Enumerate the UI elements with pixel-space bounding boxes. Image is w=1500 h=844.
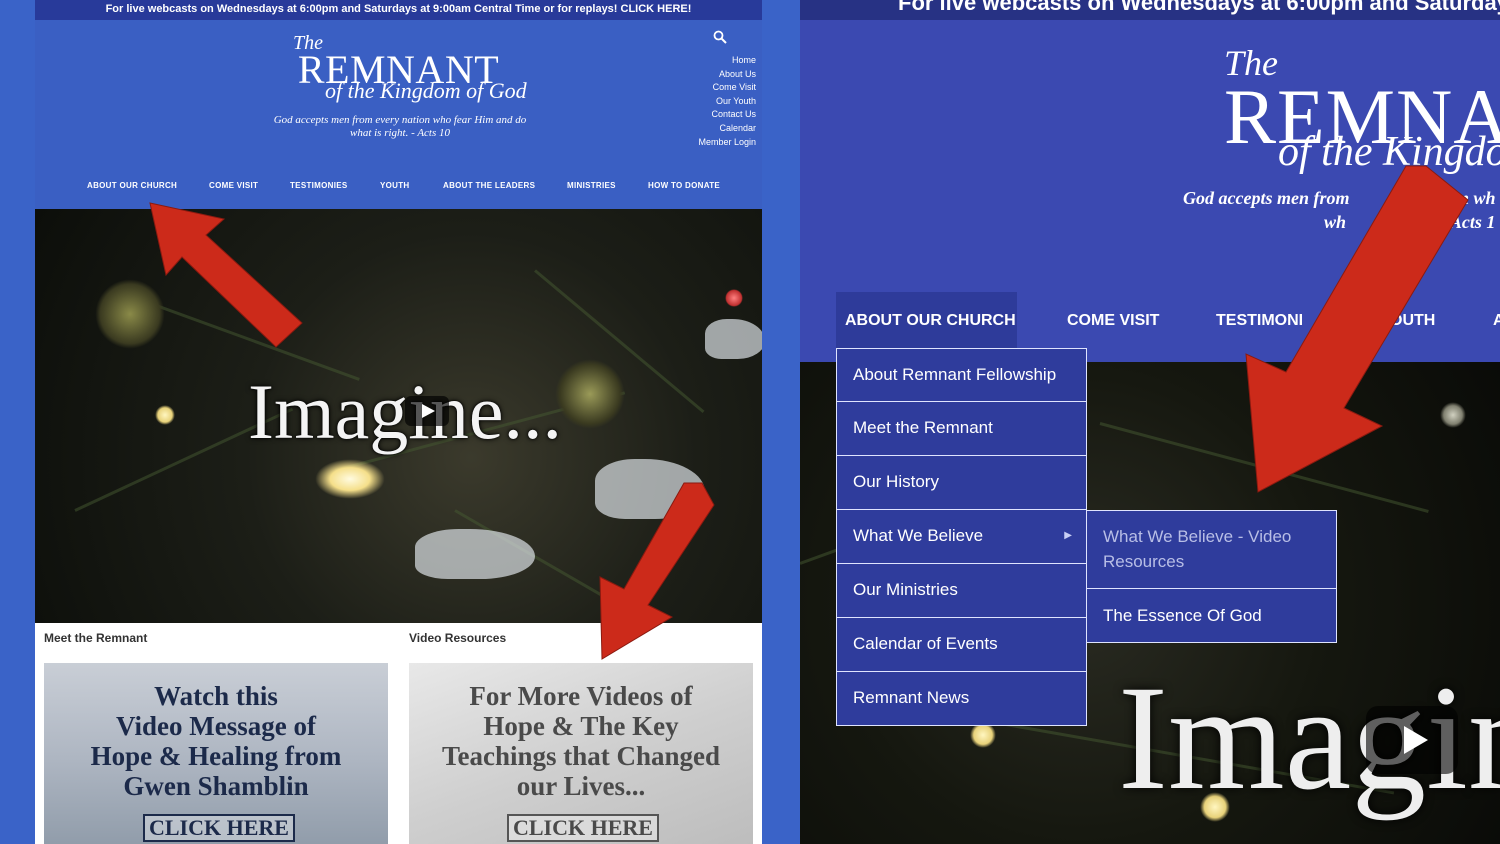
- menu-item-meet-the-remnant[interactable]: Meet the Remnant: [836, 402, 1087, 456]
- column-title-meet: Meet the Remnant: [44, 631, 148, 645]
- annotation-arrow-down-left-zoomed: [1245, 165, 1469, 493]
- nav-about-our-church[interactable]: ABOUT OUR CHURCH: [87, 181, 177, 190]
- nav-come-visit[interactable]: COME VISIT: [209, 181, 258, 190]
- menu-item-what-we-believe-label: What We Believe: [853, 526, 984, 545]
- link-member-login[interactable]: Member Login: [698, 136, 756, 150]
- search-icon[interactable]: [713, 30, 727, 44]
- webcast-banner-zoomed[interactable]: For live webcasts on Wednesdays at 6:00p…: [800, 0, 1500, 20]
- promo2-click-here-button[interactable]: CLICK HERE: [507, 814, 659, 842]
- menu-item-remnant-news[interactable]: Remnant News: [836, 672, 1087, 726]
- link-contact-us[interactable]: Contact Us: [698, 108, 756, 122]
- submenu-item-essence-of-god[interactable]: The Essence Of God: [1086, 589, 1337, 643]
- play-icon[interactable]: [405, 396, 449, 426]
- chevron-right-icon: ▶: [1064, 530, 1072, 541]
- promo-video-resources[interactable]: For More Videos of Hope & The Key Teachi…: [409, 663, 753, 844]
- webcast-banner[interactable]: For live webcasts on Wednesdays at 6:00p…: [35, 0, 762, 20]
- main-nav: ABOUT OUR CHURCH COME VISIT TESTIMONIES …: [35, 181, 762, 195]
- logo-subtitle: of the Kingdom of God: [325, 78, 527, 103]
- promo1-click-here-button[interactable]: CLICK HERE: [143, 814, 295, 842]
- submenu-item-video-resources[interactable]: What We Believe - Video Resources: [1086, 510, 1337, 589]
- annotation-arrow-down-left: [599, 482, 715, 660]
- promo2-text: For More Videos of Hope & The Key Teachi…: [441, 681, 721, 801]
- promo1-text: Watch this Video Message of Hope & Heali…: [90, 681, 342, 801]
- nav-youth[interactable]: YOUTH: [380, 181, 410, 190]
- what-we-believe-submenu: What We Believe - Video Resources The Es…: [1086, 510, 1337, 643]
- menu-item-what-we-believe[interactable]: What We Believe ▶: [836, 510, 1087, 564]
- nav-testimonies[interactable]: TESTIMONIES: [290, 181, 348, 190]
- column-title-video: Video Resources: [409, 631, 507, 645]
- left-screenshot: For live webcasts on Wednesdays at 6:00p…: [35, 0, 762, 844]
- link-come-visit[interactable]: Come Visit: [698, 81, 756, 95]
- nav-come-visit-zoomed[interactable]: COME VISIT: [1067, 312, 1159, 330]
- promo-video-message[interactable]: Watch this Video Message of Hope & Heali…: [44, 663, 388, 844]
- logo-tagline: God accepts men from every nation who fe…: [273, 114, 527, 139]
- nav-how-to-donate[interactable]: HOW TO DONATE: [648, 181, 720, 190]
- play-icon-zoomed[interactable]: [1366, 706, 1458, 774]
- nav-about-the-leaders[interactable]: ABOUT THE LEADERS: [443, 181, 535, 190]
- menu-item-calendar-of-events[interactable]: Calendar of Events: [836, 618, 1087, 672]
- about-dropdown-menu: About Remnant Fellowship Meet the Remnan…: [836, 348, 1087, 726]
- nav-ministries[interactable]: MINISTRIES: [567, 181, 616, 190]
- link-our-youth[interactable]: Our Youth: [698, 95, 756, 109]
- link-calendar[interactable]: Calendar: [698, 122, 756, 136]
- link-home[interactable]: Home: [698, 54, 756, 68]
- menu-item-about-remnant-fellowship[interactable]: About Remnant Fellowship: [836, 348, 1087, 402]
- annotation-arrow-up-left: [149, 202, 303, 348]
- menu-item-our-history[interactable]: Our History: [836, 456, 1087, 510]
- menu-item-our-ministries[interactable]: Our Ministries: [836, 564, 1087, 618]
- nav-about-our-church-zoomed[interactable]: ABOUT OUR CHURCH: [845, 312, 1016, 330]
- nav-about-the-leaders-zoomed[interactable]: A: [1493, 312, 1500, 330]
- utility-links: Home About Us Come Visit Our Youth Conta…: [698, 54, 756, 149]
- link-about-us[interactable]: About Us: [698, 68, 756, 82]
- site-header: The REMNANT of the Kingdom of God God ac…: [35, 20, 762, 209]
